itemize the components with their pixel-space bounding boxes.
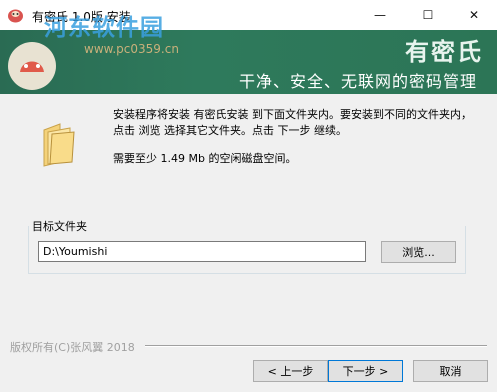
banner-brand: 有密氏 xyxy=(405,38,483,66)
next-button[interactable]: 下一步 > xyxy=(328,360,403,382)
destination-label: 目标文件夹 xyxy=(32,220,87,233)
folder-icon xyxy=(43,123,75,167)
back-button[interactable]: < 上一步 xyxy=(253,360,328,382)
close-button[interactable]: ✕ xyxy=(451,0,497,30)
disk-space-requirement: 需要至少 1.49 Mb 的空闲磁盘空间。 xyxy=(113,152,297,165)
minimize-button[interactable]: — xyxy=(357,0,403,30)
cancel-button[interactable]: 取消 xyxy=(413,360,488,382)
watermark-url: www.pc0359.cn xyxy=(84,42,179,56)
destination-path-input[interactable] xyxy=(38,241,366,262)
banner-slogan: 干净、安全、无联网的密码管理 xyxy=(238,72,477,91)
copyright-text: 版权所有(C)张风翼 2018 xyxy=(10,341,135,354)
browse-button[interactable]: 浏览... xyxy=(381,241,456,263)
watermark-text: 河东软件园 xyxy=(44,14,164,41)
footer-divider xyxy=(145,345,487,347)
watermark-logo-icon xyxy=(8,42,56,90)
install-description: 安装程序将安装 有密氏安装 到下面文件夹内。要安装到不同的文件夹内，点击 浏览 … xyxy=(113,108,472,137)
app-icon xyxy=(8,9,23,23)
maximize-button[interactable]: ☐ xyxy=(405,0,451,30)
